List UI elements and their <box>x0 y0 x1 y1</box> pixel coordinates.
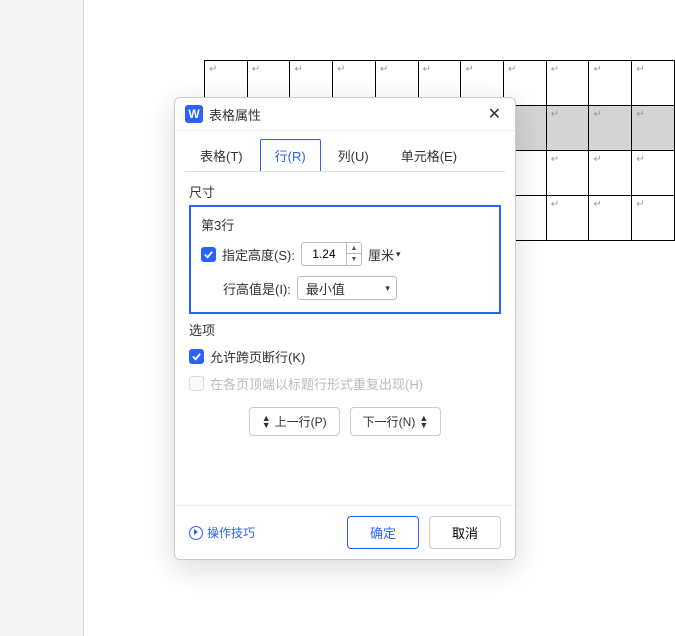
tab-row[interactable]: 行(R) <box>260 139 321 171</box>
tab-column[interactable]: 列(U) <box>323 139 384 171</box>
dialog-content: 尺寸 第3行 指定高度(S): ▲ ▼ 厘米▾ <box>175 172 515 505</box>
table-cell[interactable]: ↵ <box>546 196 589 241</box>
prev-row-button[interactable]: ▲▼ 上一行(P) <box>249 407 340 436</box>
row-height-is-select[interactable]: 最小值 ▾ <box>297 276 397 300</box>
current-row-label: 第3行 <box>201 215 489 234</box>
table-cell[interactable]: ↵ <box>546 61 589 106</box>
repeat-header-checkbox <box>189 376 204 391</box>
allow-break-label: 允许跨页断行(K) <box>210 347 305 366</box>
ok-button[interactable]: 确定 <box>347 516 419 549</box>
repeat-header-label: 在各页顶端以标题行形式重复出现(H) <box>210 374 423 393</box>
app-icon: W <box>185 105 203 123</box>
table-cell[interactable]: ↵ <box>546 106 589 151</box>
table-cell[interactable]: ↵ <box>632 151 675 196</box>
dialog-titlebar: W 表格属性 ✕ <box>175 98 515 131</box>
tab-bar: 表格(T) 行(R) 列(U) 单元格(E) <box>175 131 515 171</box>
close-icon[interactable]: ✕ <box>484 104 505 124</box>
height-spinner[interactable]: ▲ ▼ <box>301 242 362 266</box>
next-row-label: 下一行(N) <box>363 413 416 430</box>
unit-dropdown[interactable]: 厘米▾ <box>368 245 401 264</box>
table-cell[interactable]: ↵ <box>632 196 675 241</box>
allow-break-checkbox[interactable] <box>189 349 204 364</box>
table-cell[interactable]: ↵ <box>589 151 632 196</box>
row-height-is-label: 行高值是(I): <box>223 279 291 298</box>
updown-icon: ▲▼ <box>419 415 428 429</box>
table-cell[interactable]: ↵ <box>632 61 675 106</box>
row-height-is-value: 最小值 <box>306 279 345 298</box>
options-section-label: 选项 <box>189 320 501 339</box>
prev-row-label: 上一行(P) <box>275 413 327 430</box>
tab-cell[interactable]: 单元格(E) <box>386 139 472 171</box>
highlighted-settings-box: 第3行 指定高度(S): ▲ ▼ 厘米▾ 行高值是(I): <box>189 205 501 314</box>
spinner-down-icon[interactable]: ▼ <box>347 254 361 265</box>
tips-label: 操作技巧 <box>207 524 255 541</box>
table-cell[interactable]: ↵ <box>546 151 589 196</box>
cancel-button[interactable]: 取消 <box>429 516 501 549</box>
table-cell[interactable]: ↵ <box>632 106 675 151</box>
updown-icon: ▲▼ <box>262 415 271 429</box>
height-input[interactable] <box>302 247 346 261</box>
dialog-title: 表格属性 <box>209 105 484 124</box>
specify-height-checkbox[interactable] <box>201 247 216 262</box>
spinner-up-icon[interactable]: ▲ <box>347 243 361 254</box>
specify-height-label: 指定高度(S): <box>222 245 295 264</box>
table-cell[interactable]: ↵ <box>589 106 632 151</box>
tips-link[interactable]: 操作技巧 <box>189 524 337 541</box>
table-cell[interactable]: ↵ <box>589 61 632 106</box>
next-row-button[interactable]: 下一行(N) ▲▼ <box>350 407 442 436</box>
tab-table[interactable]: 表格(T) <box>185 139 258 171</box>
size-section-label: 尺寸 <box>189 182 501 201</box>
unit-label: 厘米 <box>368 245 394 264</box>
chevron-down-icon: ▾ <box>385 283 390 294</box>
table-cell[interactable]: ↵ <box>589 196 632 241</box>
play-circle-icon <box>189 526 203 540</box>
dialog-footer: 操作技巧 确定 取消 <box>175 505 515 559</box>
chevron-down-icon: ▾ <box>396 249 401 260</box>
table-properties-dialog: W 表格属性 ✕ 表格(T) 行(R) 列(U) 单元格(E) 尺寸 第3行 指… <box>174 97 516 560</box>
